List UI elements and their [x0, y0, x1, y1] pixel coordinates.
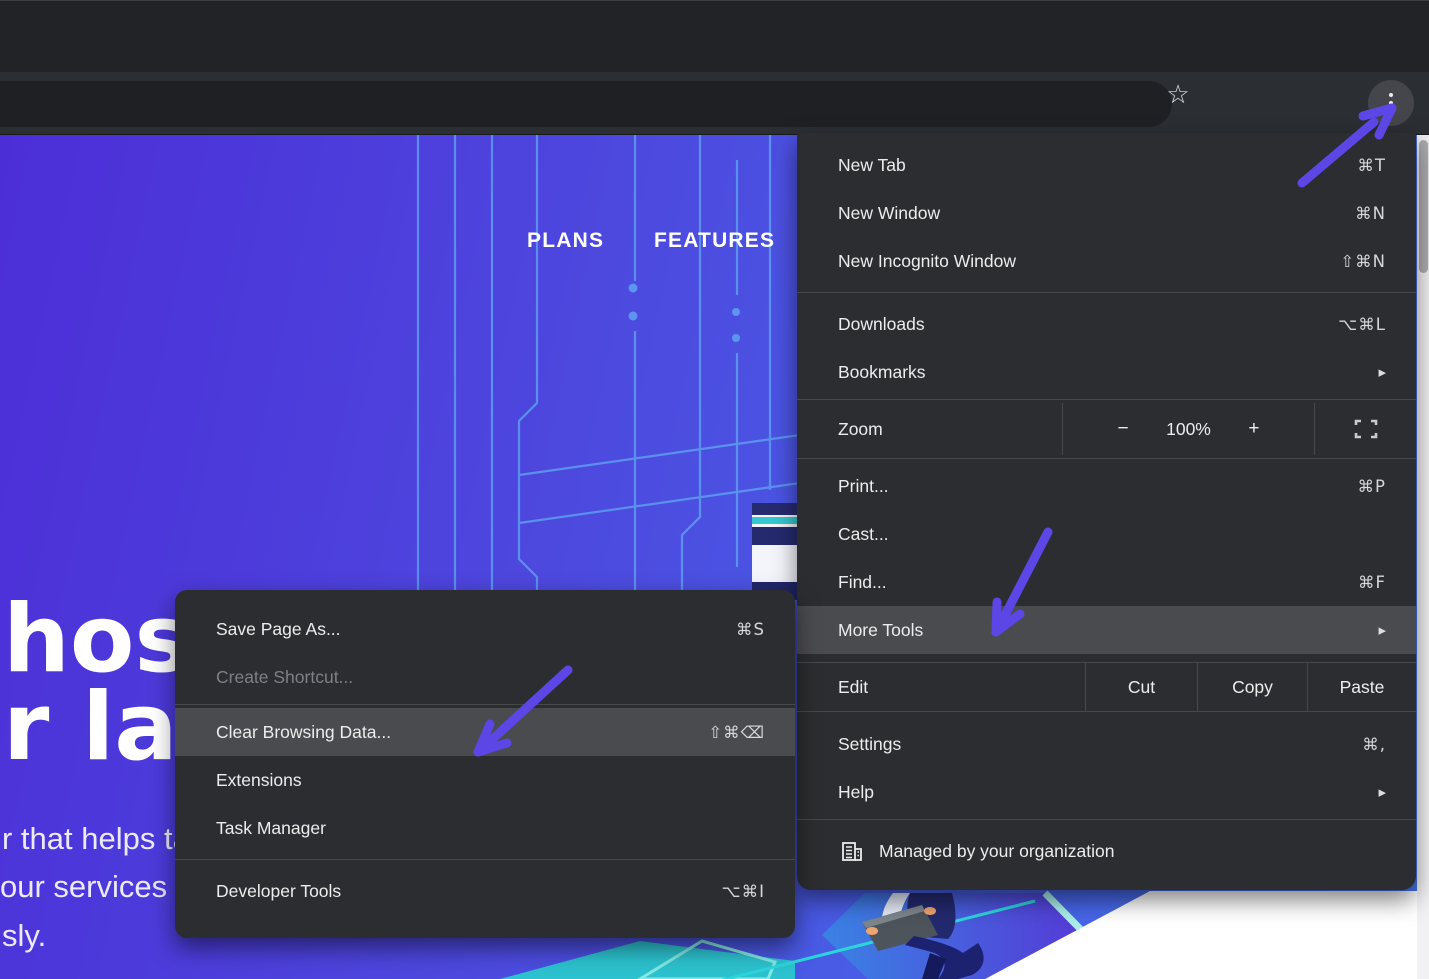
submenu-arrow-icon: ▸ — [1378, 621, 1386, 639]
menu-item-label: Save Page As... — [216, 619, 736, 640]
kebab-dot — [1389, 109, 1393, 113]
kebab-dot — [1389, 93, 1393, 97]
menu-separator — [797, 399, 1416, 400]
hero-text-line1: r that helps ta — [2, 821, 190, 857]
organization-building-icon — [841, 841, 863, 862]
menu-item-label: Clear Browsing Data... — [216, 722, 708, 743]
tab-strip — [0, 0, 1429, 72]
menu-item-label: Task Manager — [216, 818, 765, 839]
browser-menu-button[interactable] — [1368, 80, 1414, 126]
server-tower-graphic — [752, 503, 800, 600]
shortcut-label: ⌘P — [1358, 477, 1386, 496]
hero-text-line3: sly. — [2, 918, 46, 954]
nav-link-features[interactable]: FEATURES — [654, 229, 775, 253]
hero-text-line2: our services — [0, 869, 167, 905]
menu-item-new-window[interactable]: New Window ⌘N — [797, 189, 1416, 237]
menu-item-more-tools[interactable]: More Tools ▸ — [797, 606, 1416, 654]
shortcut-label: ⌘, — [1362, 735, 1386, 754]
menu-item-label: Paste — [1340, 677, 1385, 698]
menu-item-developer-tools[interactable]: Developer Tools ⌥⌘I — [175, 867, 795, 915]
chrome-main-menu: New Tab ⌘T New Window ⌘N New Incognito W… — [797, 133, 1416, 890]
menu-item-label: Help — [838, 782, 1378, 803]
menu-item-label: New Tab — [838, 155, 1357, 176]
menu-item-label: Print... — [838, 476, 1358, 497]
menu-item-label: Cast... — [838, 524, 1386, 545]
shortcut-label: ⇧⌘⌫ — [708, 723, 765, 742]
shortcut-label: ⌘T — [1357, 156, 1386, 175]
menu-item-label: Cut — [1128, 677, 1155, 698]
menu-item-label: Developer Tools — [216, 881, 722, 902]
bookmark-star-icon[interactable]: ☆ — [1164, 80, 1192, 108]
menu-item-bookmarks[interactable]: Bookmarks ▸ — [797, 348, 1416, 396]
menu-item-label: Edit — [838, 677, 868, 698]
shortcut-label: ⌘F — [1358, 573, 1386, 592]
shortcut-label: ⌥⌘L — [1338, 315, 1386, 334]
menu-item-label: New Incognito Window — [838, 251, 1340, 272]
menu-item-label: Bookmarks — [838, 362, 1378, 383]
menu-item-extensions[interactable]: Extensions — [175, 756, 795, 804]
edit-paste-button[interactable]: Paste — [1307, 663, 1416, 711]
scrollbar-thumb[interactable] — [1419, 140, 1428, 273]
menu-item-new-incognito-window[interactable]: New Incognito Window ⇧⌘N — [797, 237, 1416, 285]
menu-item-new-tab[interactable]: New Tab ⌘T — [797, 141, 1416, 189]
menu-separator — [175, 704, 795, 705]
zoom-label-cell: Zoom — [797, 403, 1062, 455]
menu-item-zoom: Zoom − 100% + — [797, 403, 1416, 455]
menu-item-edit: Edit Cut Copy Paste — [797, 662, 1416, 712]
submenu-arrow-icon: ▸ — [1378, 363, 1386, 381]
kebab-dot — [1389, 101, 1393, 105]
edit-cut-button[interactable]: Cut — [1085, 663, 1197, 711]
menu-item-managed-by-organization[interactable]: Managed by your organization — [797, 823, 1416, 879]
menu-item-create-shortcut: Create Shortcut... — [175, 653, 795, 701]
fullscreen-button[interactable] — [1315, 403, 1416, 455]
menu-item-downloads[interactable]: Downloads ⌥⌘L — [797, 300, 1416, 348]
menu-item-label: Extensions — [216, 770, 765, 791]
shortcut-label: ⌘S — [736, 620, 765, 639]
menu-item-label: Managed by your organization — [879, 841, 1114, 862]
browser-toolbar: ☆ — [0, 72, 1429, 135]
more-tools-submenu: Save Page As... ⌘S Create Shortcut... Cl… — [175, 590, 795, 938]
menu-item-settings[interactable]: Settings ⌘, — [797, 720, 1416, 768]
menu-separator — [797, 458, 1416, 459]
menu-item-find[interactable]: Find... ⌘F — [797, 558, 1416, 606]
zoom-controls: − 100% + — [1062, 403, 1315, 455]
menu-separator — [175, 859, 795, 860]
menu-item-label: Find... — [838, 572, 1358, 593]
edit-copy-button[interactable]: Copy — [1197, 663, 1307, 711]
menu-item-save-page-as[interactable]: Save Page As... ⌘S — [175, 605, 795, 653]
browser-window: ☆ — [0, 0, 1429, 979]
menu-item-label: Downloads — [838, 314, 1338, 335]
zoom-out-button[interactable]: − — [1110, 418, 1136, 440]
menu-item-label: Zoom — [838, 419, 883, 440]
menu-item-help[interactable]: Help ▸ — [797, 768, 1416, 816]
nav-link-plans[interactable]: PLANS — [527, 229, 604, 253]
menu-item-task-manager[interactable]: Task Manager — [175, 804, 795, 852]
menu-item-label: New Window — [838, 203, 1355, 224]
menu-separator — [797, 819, 1416, 820]
menu-item-clear-browsing-data[interactable]: Clear Browsing Data... ⇧⌘⌫ — [175, 708, 795, 756]
shortcut-label: ⇧⌘N — [1340, 252, 1386, 271]
submenu-arrow-icon: ▸ — [1378, 783, 1386, 801]
fullscreen-icon — [1354, 419, 1378, 439]
menu-item-label: Settings — [838, 734, 1362, 755]
menu-separator — [797, 292, 1416, 293]
shortcut-label: ⌥⌘I — [722, 882, 765, 901]
menu-item-label: Copy — [1232, 677, 1273, 698]
zoom-level-value: 100% — [1166, 419, 1211, 440]
shortcut-label: ⌘N — [1355, 204, 1386, 223]
address-bar[interactable] — [0, 81, 1172, 127]
zoom-in-button[interactable]: + — [1241, 418, 1267, 440]
menu-item-label: Create Shortcut... — [216, 667, 765, 688]
menu-item-label: More Tools — [838, 620, 1378, 641]
menu-item-cast[interactable]: Cast... — [797, 510, 1416, 558]
menu-item-print[interactable]: Print... ⌘P — [797, 462, 1416, 510]
edit-label-cell: Edit — [797, 663, 1085, 711]
